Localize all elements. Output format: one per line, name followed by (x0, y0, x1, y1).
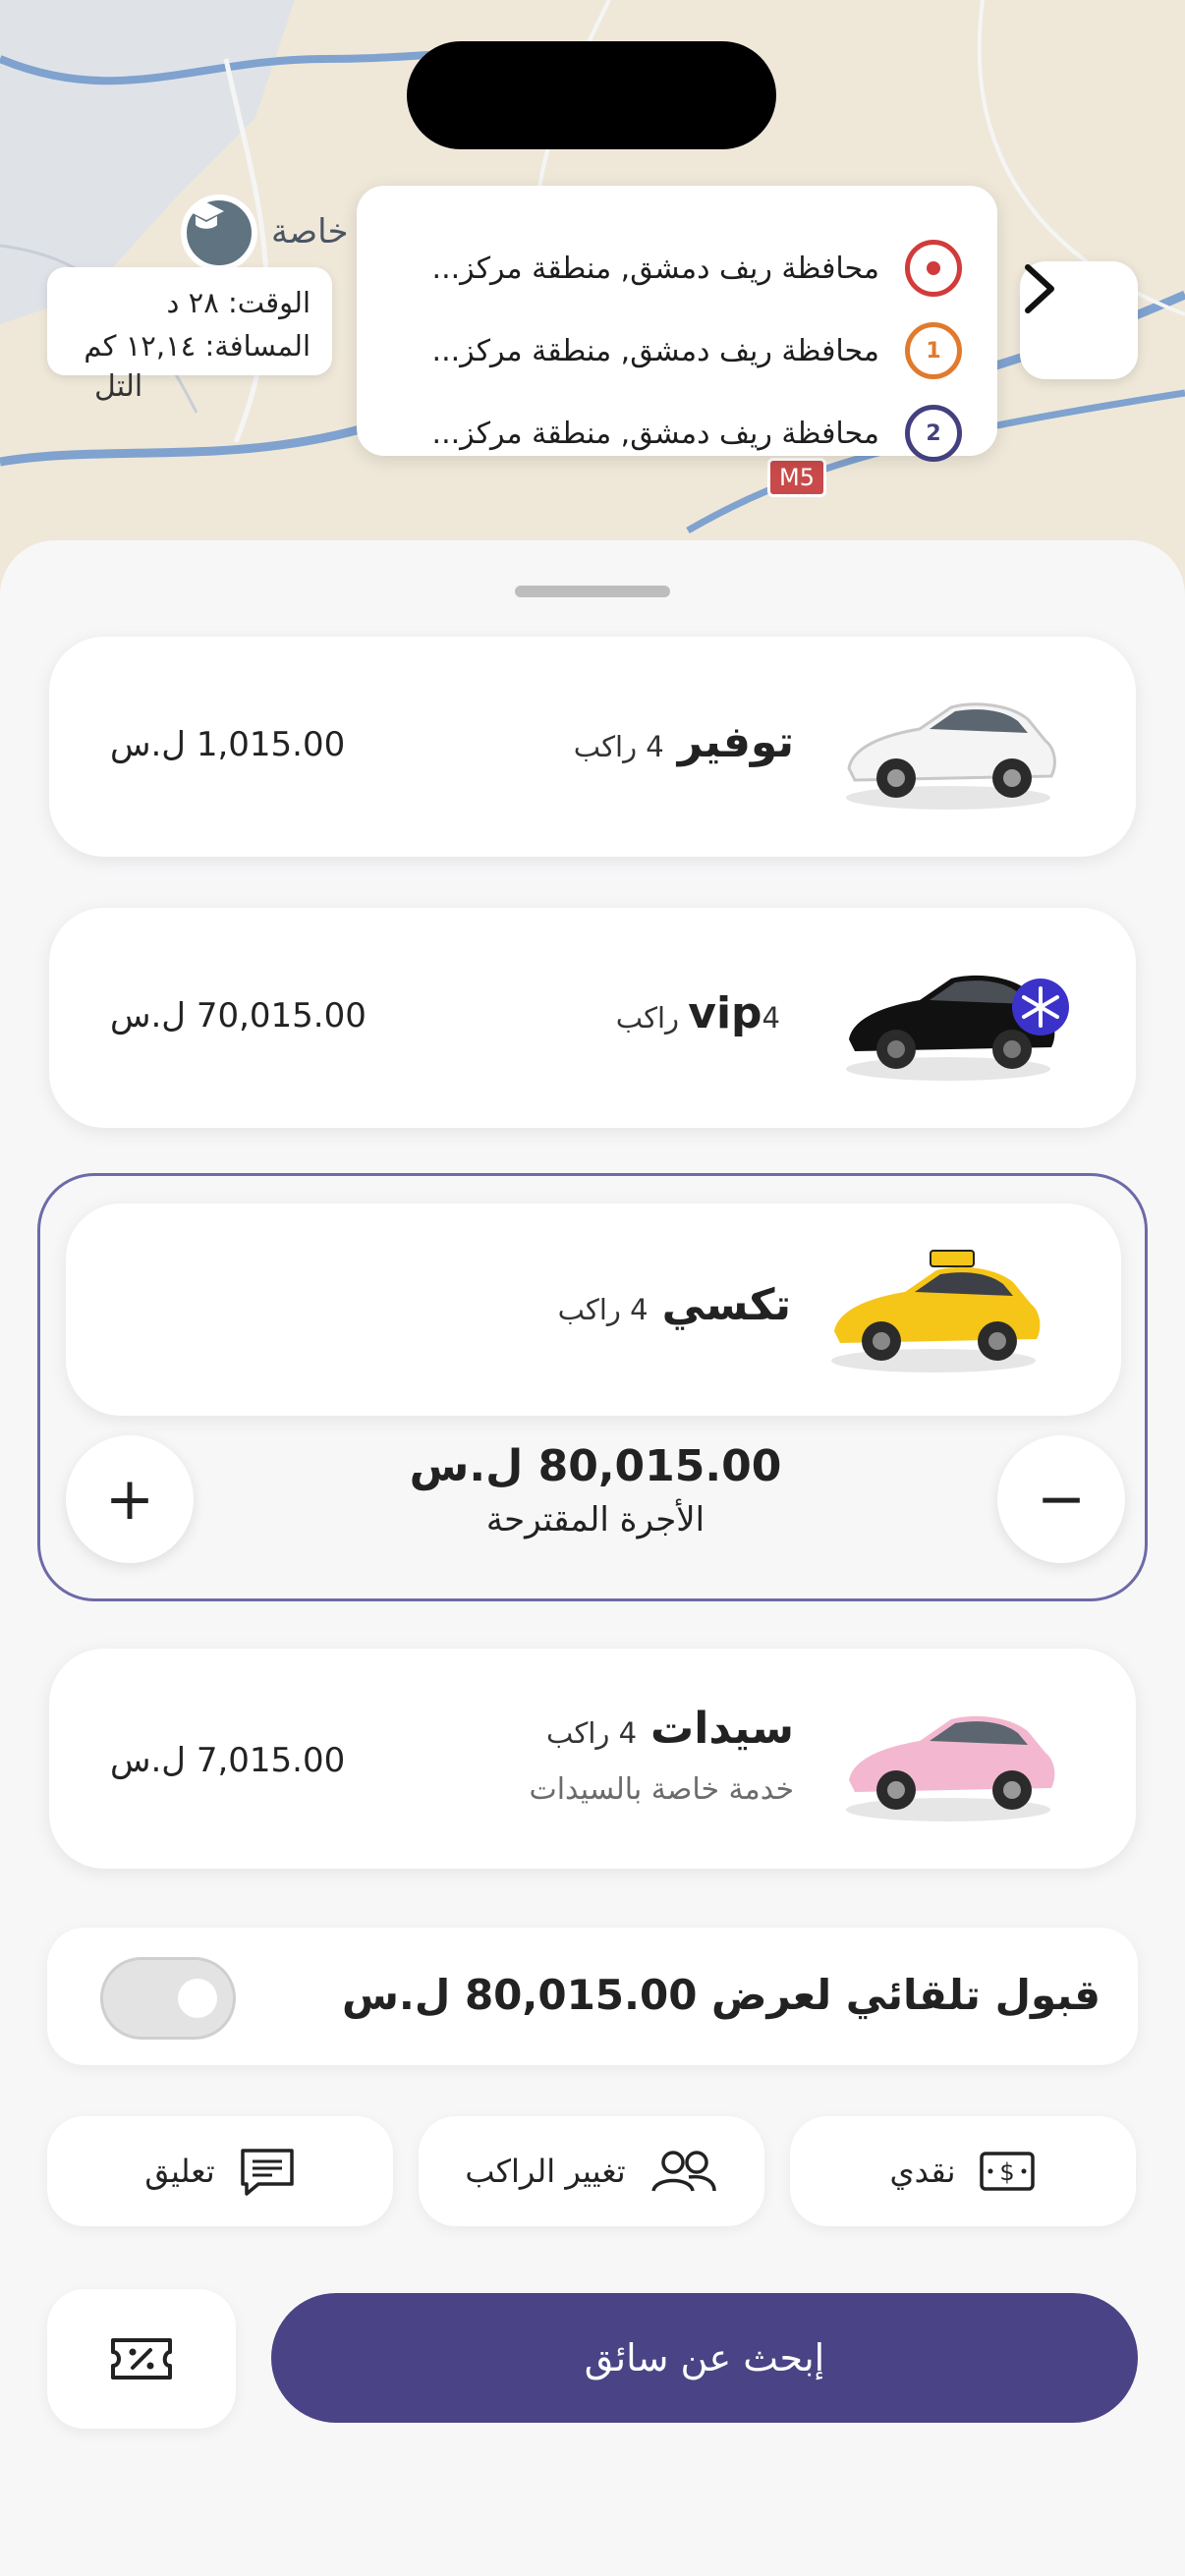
map-label-area: التل (94, 369, 143, 404)
payment-method-label: نقدي (889, 2153, 956, 2190)
car-white-icon (846, 702, 1056, 810)
ride-price: 7,015.00 ل.س (110, 1741, 346, 1780)
stop-2-marker-icon: 2 (905, 405, 962, 462)
school-icon[interactable] (181, 195, 257, 271)
origin-marker-icon (905, 240, 962, 297)
comment-label: تعليق (144, 2153, 215, 2190)
users-icon (650, 2151, 716, 2192)
toggle-knob (178, 1979, 217, 2018)
car-taxi-icon (831, 1250, 1041, 1372)
payment-method-button[interactable]: $ نقدي (790, 2116, 1136, 2226)
trip-distance: المسافة: ١٢,١٤ كم (84, 329, 310, 363)
ride-option-women[interactable]: سيدات4 راكب خدمة خاصة بالسيدات 7,015.00 … (49, 1649, 1136, 1869)
route-stop-origin[interactable]: محافظة ريف دمشق, منطقة مركز... (432, 237, 962, 300)
map-view[interactable]: خاصة الوقت: ٢٨ د المسافة: ١٢,١٤ كم التل … (0, 0, 1185, 609)
search-driver-button[interactable]: إبحث عن سائق (271, 2293, 1138, 2423)
ride-name: سيدات4 راكب (546, 1704, 794, 1754)
route-stop-text: محافظة ريف دمشق, منطقة مركز... (431, 333, 879, 368)
coupon-icon (111, 2338, 172, 2380)
change-passenger-button[interactable]: تغيير الراكب (419, 2116, 764, 2226)
ride-option-economy[interactable]: توفير4 راكب 1,015.00 ل.س (49, 637, 1136, 857)
trip-time: الوقت: ٢٨ د (166, 286, 311, 319)
auto-accept-toggle[interactable] (100, 1957, 236, 2040)
sheet-drag-handle[interactable] (515, 586, 670, 597)
ride-option-vip[interactable]: vip4 راكب 70,015.00 ل.س (49, 908, 1136, 1128)
route-stop-text: محافظة ريف دمشق, منطقة مركز... (431, 251, 879, 286)
ride-subtitle: خدمة خاصة بالسيدات (529, 1772, 794, 1807)
suggested-fare-label: الأجرة المقترحة (485, 1500, 705, 1540)
route-stop-1[interactable]: 1 محافظة ريف دمشق, منطقة مركز... (432, 319, 962, 382)
change-passenger-label: تغيير الراكب (465, 2153, 626, 2190)
snowflake-ac-icon (1012, 979, 1069, 1036)
camera-notch (407, 41, 776, 149)
route-card[interactable]: محافظة ريف دمشق, منطقة مركز... 1 محافظة … (357, 186, 997, 462)
ride-name: vip4 راكب (615, 988, 780, 1038)
ride-price: 1,015.00 ل.س (110, 725, 346, 764)
next-button[interactable] (1020, 261, 1138, 379)
auto-accept-label: قبول تلقائي لعرض 80,015.00 ل.س (341, 1971, 1100, 2019)
map-label-school: خاصة (271, 212, 349, 252)
route-stop-text: محافظة ريف دمشق, منطقة مركز... (431, 416, 879, 451)
svg-text:$: $ (1000, 2158, 1015, 2186)
route-stop-2[interactable]: 2 محافظة ريف دمشق, منطقة مركز... (432, 402, 962, 465)
promo-code-button[interactable] (47, 2289, 236, 2429)
comment-icon (240, 2149, 294, 2196)
car-pink-icon (846, 1715, 1055, 1821)
ride-name: تكسي4 راكب (557, 1280, 791, 1330)
chevron-right-icon (1025, 264, 1054, 313)
stop-1-marker-icon: 1 (905, 322, 962, 379)
suggested-fare-amount: 80,015.00 ل.س (409, 1441, 782, 1491)
trip-info-card: الوقت: ٢٨ د المسافة: ١٢,١٤ كم (47, 267, 332, 375)
selected-ride-card[interactable]: تكسي4 راكب + − 80,015.00 ل.س الأجرة المق… (37, 1173, 1148, 1601)
ride-option-taxi[interactable]: تكسي4 راكب (66, 1204, 1121, 1416)
auto-accept-row: قبول تلقائي لعرض 80,015.00 ل.س (47, 1928, 1138, 2065)
ride-name: توفير4 راكب (573, 717, 794, 767)
cash-icon: $ (980, 2152, 1036, 2191)
ride-price: 70,015.00 ل.س (110, 996, 367, 1036)
comment-button[interactable]: تعليق (47, 2116, 393, 2226)
